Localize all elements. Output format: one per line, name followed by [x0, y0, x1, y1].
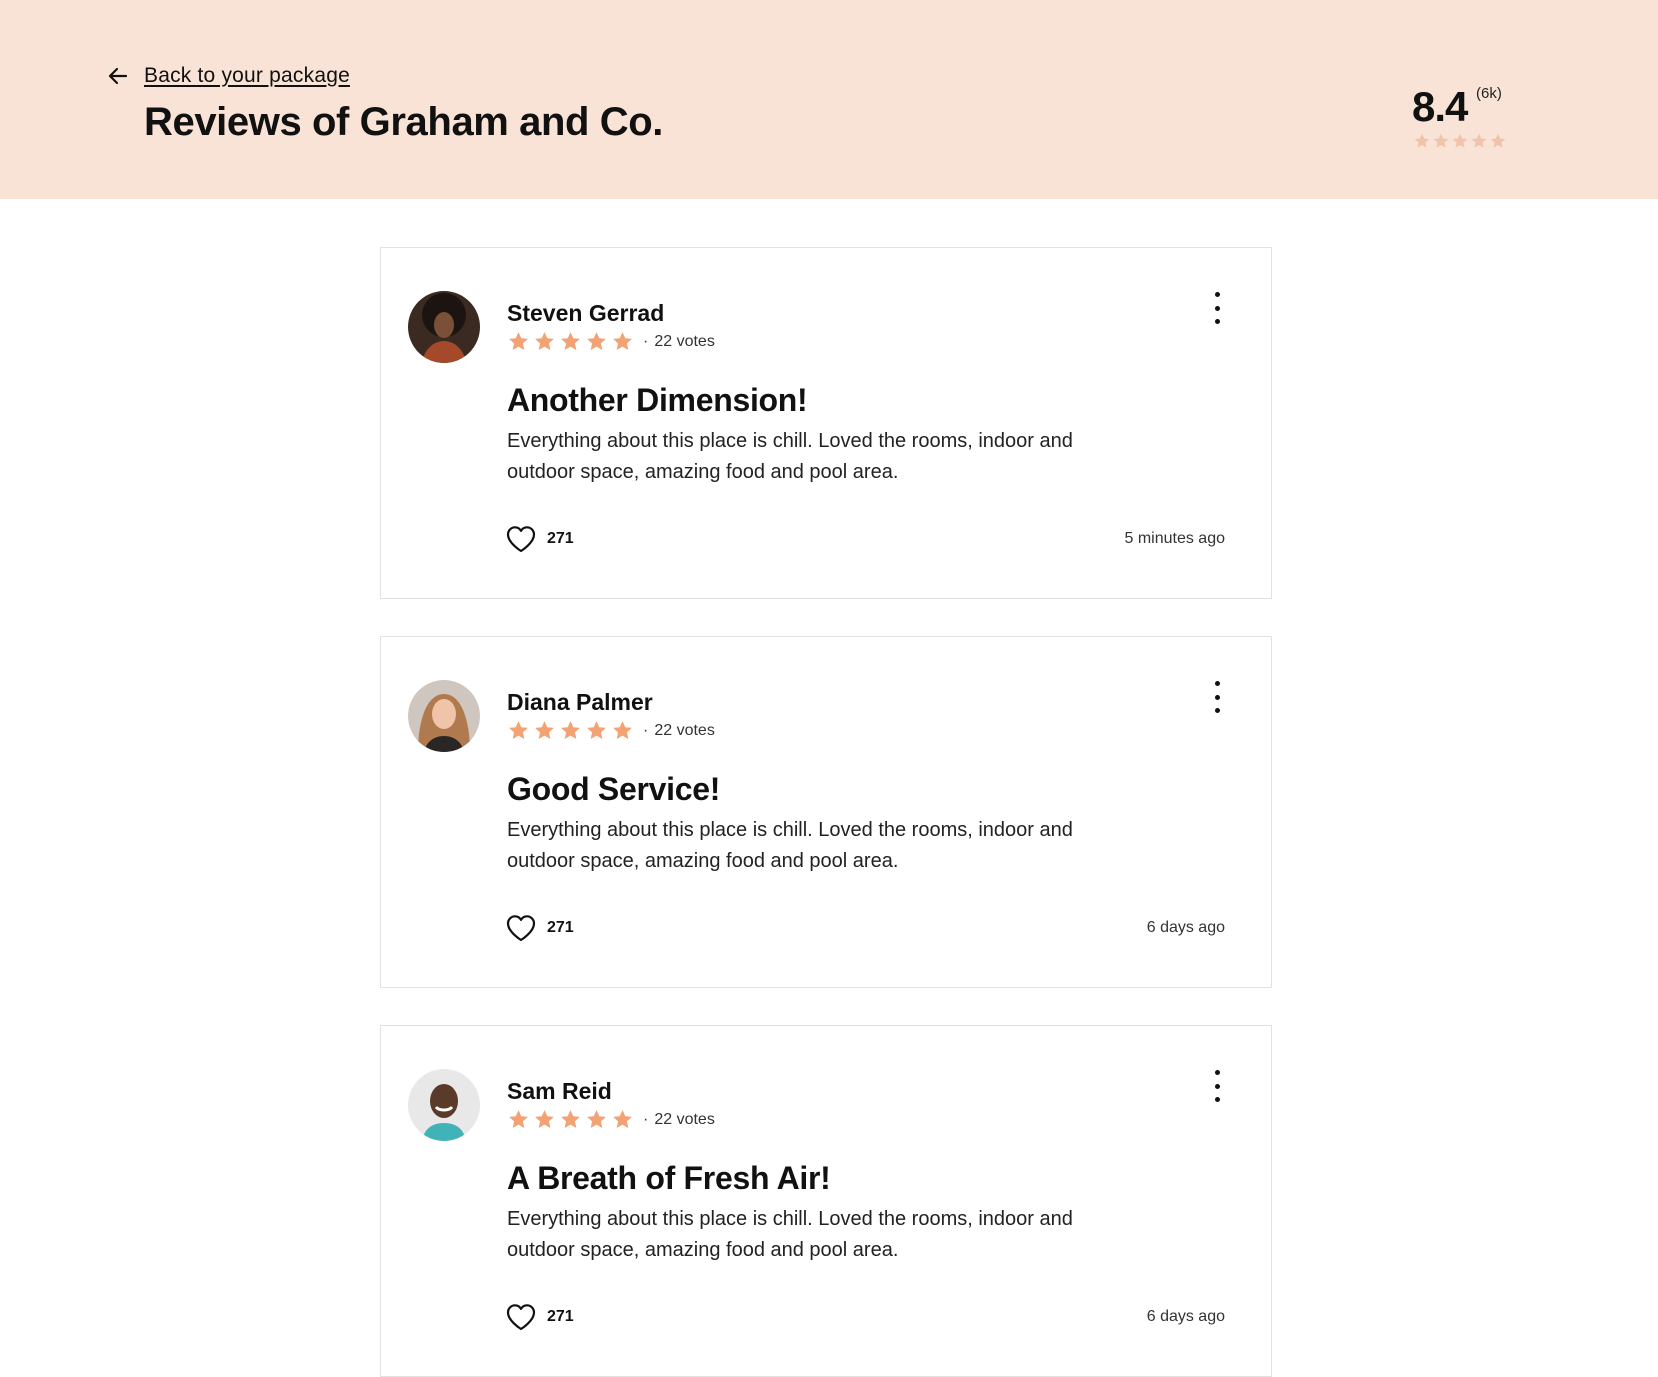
- review-body: Everything about this place is chill. Lo…: [507, 819, 1073, 872]
- vote-count: 22 votes: [654, 721, 715, 739]
- like-count: 271: [547, 919, 574, 936]
- star-icon: [535, 721, 554, 740]
- review-stars: [507, 1108, 634, 1131]
- star-icon: [561, 721, 580, 740]
- heart-icon: [506, 915, 536, 942]
- review-card: Sam Reid · 22 votes A Breath of Fresh Ai…: [380, 1025, 1272, 1377]
- review-meta: · 22 votes: [507, 330, 715, 353]
- star-icon: [613, 721, 632, 740]
- like-button[interactable]: 271: [505, 524, 574, 554]
- reviewer-name: Diana Palmer: [507, 689, 653, 715]
- like-count: 271: [547, 530, 574, 547]
- review-title: Good Service!: [507, 771, 721, 807]
- reviewer-name: Steven Gerrad: [507, 300, 665, 326]
- separator-dot: ·: [643, 1110, 649, 1128]
- rating-value: 8.4: [1412, 83, 1468, 130]
- back-link[interactable]: Back to your package: [106, 64, 350, 88]
- more-icon: [1214, 305, 1220, 311]
- review-timestamp: 6 days ago: [1146, 919, 1225, 936]
- star-icon: [1433, 133, 1449, 148]
- more-icon: [1214, 708, 1220, 713]
- review-card: Diana Palmer · 22 votes Good Service! Ev…: [380, 636, 1272, 988]
- star-icon: [1452, 133, 1468, 148]
- more-options-button[interactable]: [1207, 1068, 1227, 1104]
- star-icon: [587, 332, 606, 351]
- star-icon: [509, 332, 528, 351]
- more-icon: [1214, 319, 1220, 324]
- review-title: Another Dimension!: [507, 382, 808, 418]
- separator-dot: ·: [643, 332, 649, 350]
- more-icon: [1214, 1083, 1220, 1089]
- avatar-image: [408, 1069, 480, 1141]
- avatar-image: [408, 291, 480, 363]
- like-count: 271: [547, 1308, 574, 1325]
- back-link-label: Back to your package: [144, 64, 350, 87]
- arrow-left-icon: [108, 67, 128, 85]
- page-title: Reviews of Graham and Co.: [144, 100, 664, 144]
- review-body: Everything about this place is chill. Lo…: [507, 430, 1073, 483]
- vote-count: 22 votes: [654, 332, 715, 350]
- heart-icon: [506, 526, 536, 553]
- review-timestamp: 6 days ago: [1146, 1308, 1225, 1325]
- star-icon: [587, 721, 606, 740]
- more-icon: [1214, 694, 1220, 700]
- like-button[interactable]: 271: [505, 1302, 574, 1332]
- page-header: Back to your package Reviews of Graham a…: [0, 0, 1658, 199]
- review-meta: · 22 votes: [507, 719, 715, 742]
- star-icon: [561, 332, 580, 351]
- review-body: Everything about this place is chill. Lo…: [507, 1208, 1073, 1261]
- star-icon: [535, 332, 554, 351]
- more-options-button[interactable]: [1207, 679, 1227, 715]
- star-icon: [509, 721, 528, 740]
- star-icon: [613, 332, 632, 351]
- star-icon: [613, 1110, 632, 1129]
- rating-stars: [1413, 132, 1507, 150]
- vote-count: 22 votes: [654, 1110, 715, 1128]
- more-icon: [1214, 681, 1220, 686]
- review-stars: [507, 719, 634, 742]
- star-icon: [561, 1110, 580, 1129]
- avatar: [408, 1069, 480, 1141]
- review-meta: · 22 votes: [507, 1108, 715, 1131]
- more-icon: [1214, 292, 1220, 297]
- star-icon: [587, 1110, 606, 1129]
- star-icon: [535, 1110, 554, 1129]
- heart-icon: [506, 1304, 536, 1331]
- avatar-image: [408, 680, 480, 752]
- review-title: A Breath of Fresh Air!: [507, 1160, 831, 1196]
- avatar: [408, 291, 480, 363]
- like-button[interactable]: 271: [505, 913, 574, 943]
- star-icon: [1490, 133, 1506, 148]
- reviewer-name: Sam Reid: [507, 1078, 612, 1104]
- more-icon: [1214, 1097, 1220, 1102]
- overall-rating: 8.4 (6k): [1412, 83, 1512, 153]
- star-icon: [1414, 133, 1430, 148]
- more-icon: [1214, 1070, 1220, 1075]
- rating-count: (6k): [1476, 85, 1502, 102]
- star-icon: [1471, 133, 1487, 148]
- review-timestamp: 5 minutes ago: [1124, 530, 1225, 547]
- review-stars: [507, 330, 634, 353]
- review-card: Steven Gerrad · 22 votes Another Dimensi…: [380, 247, 1272, 599]
- separator-dot: ·: [643, 721, 649, 739]
- more-options-button[interactable]: [1207, 290, 1227, 326]
- star-icon: [509, 1110, 528, 1129]
- avatar: [408, 680, 480, 752]
